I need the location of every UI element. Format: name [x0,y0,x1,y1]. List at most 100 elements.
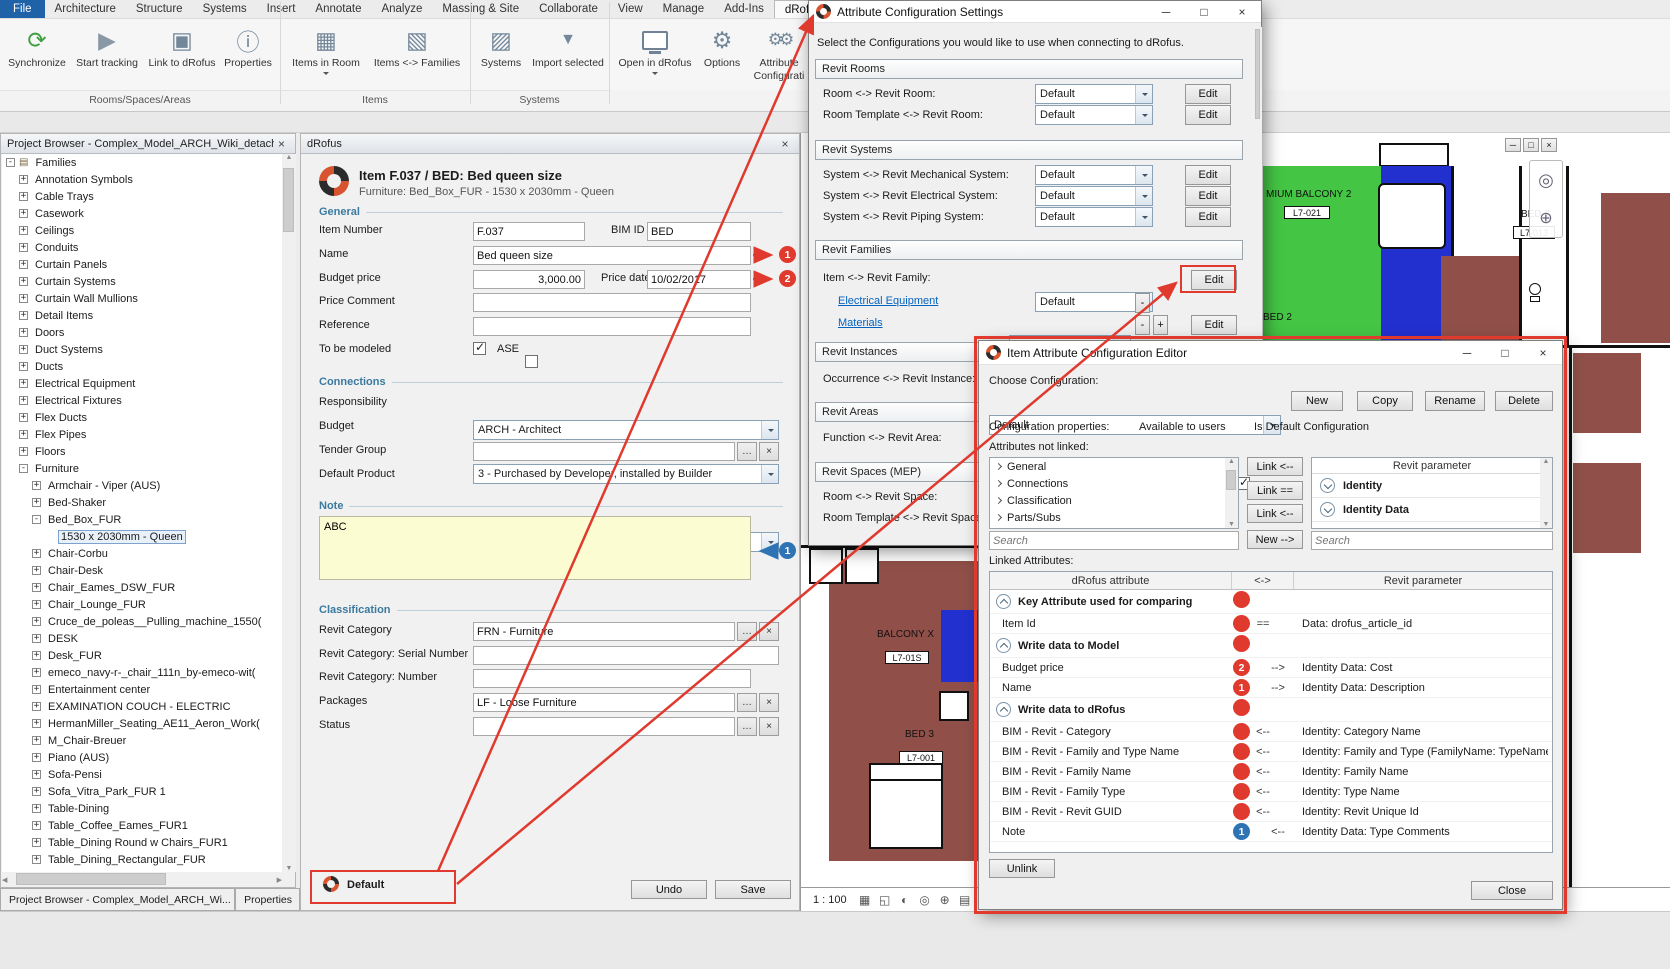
tree-expander-icon[interactable]: + [32,617,41,626]
tree-expander-icon[interactable]: + [32,838,41,847]
linked-attribute-row[interactable]: BIM - Revit - Family Type <-- Identity: … [990,782,1552,802]
close-button[interactable]: Close [1471,881,1553,900]
browse-icon[interactable]: … [737,693,757,712]
clear-icon[interactable]: × [759,442,779,461]
tree-horizontal-scrollbar[interactable]: ◀ ▶ [2,872,282,887]
linked-attribute-row[interactable]: BIM - Revit - Category <-- Identity: Cat… [990,722,1552,742]
tree-expander-icon[interactable]: + [19,209,28,218]
maximize-icon[interactable]: □ [1185,1,1223,22]
tree-expander-icon[interactable]: + [32,804,41,813]
linked-attribute-row[interactable]: Write data to Model [990,634,1552,658]
tree-expander-icon[interactable]: + [19,430,28,439]
responsibility-select[interactable]: ARCH - Architect [473,420,779,440]
tree-item[interactable]: + ▤ Chair_Eames_DSW_FUR [2,579,282,596]
add-button[interactable]: + [1153,315,1168,335]
tree-item[interactable]: + ▤ Floors [2,443,282,460]
remove-button[interactable]: - [1135,293,1150,313]
tree-expander-icon[interactable]: + [19,277,28,286]
tree-expander-icon[interactable]: + [19,294,28,303]
ribbon-tab[interactable]: Analyze [371,0,432,18]
synchronize-button[interactable]: Synchronize [6,21,68,87]
tree-item[interactable]: + ▤ M_Chair-Breuer [2,732,282,749]
tree-item[interactable]: + ▤ Annotation Symbols [2,171,282,188]
view-close-icon[interactable]: × [1541,138,1557,152]
close-icon[interactable]: × [777,137,793,151]
tree-item[interactable]: - ▤ Bed_Box_FUR [2,511,282,528]
clear-icon[interactable]: × [759,693,779,712]
materials-link[interactable]: Materials [838,317,883,329]
edit-button[interactable]: Edit [1185,207,1231,227]
tree-item[interactable]: + ▤ Table-Dining [2,800,282,817]
linked-attribute-row[interactable]: Name 1 --> Identity Data: Description [990,678,1552,698]
tree-expander-icon[interactable]: + [19,447,28,456]
tree-expander-icon[interactable]: - [19,464,28,473]
tree-item[interactable]: + ▤ Conduits [2,239,282,256]
revit-category-serial-field[interactable] [473,646,779,665]
tree-item[interactable]: + ▤ Table_Dining_Rectangular_FUR [2,851,282,868]
tree-item[interactable]: + ▤ Doors [2,324,282,341]
tree-expander-icon[interactable]: + [32,549,41,558]
packages-field[interactable] [473,693,735,712]
ase-checkbox[interactable] [525,355,538,368]
tree-expander-icon[interactable]: + [32,566,41,575]
link-equal-button[interactable]: Link == [1247,481,1303,500]
revit-parameter-group[interactable]: Identity Data [1312,498,1552,522]
tree-expander-icon[interactable]: + [19,226,28,235]
scroll-up-icon[interactable]: ▲ [286,154,293,161]
view-restore-icon[interactable]: □ [1523,138,1539,152]
linked-attribute-row[interactable]: BIM - Revit - Family and Type Name <-- I… [990,742,1552,762]
tree-item[interactable]: + ▤ Piano (AUS) [2,749,282,766]
tree-item[interactable]: + ▤ Desk_FUR [2,647,282,664]
tree-item[interactable]: + ▤ EXAMINATION COUCH - ELECTRIC [2,698,282,715]
ribbon-tab[interactable]: Insert [257,0,306,18]
tree-item[interactable]: + ▤ Table_Coffee_Eames_FUR1 [2,817,282,834]
edit-button[interactable]: Edit [1185,186,1231,206]
tree-item[interactable]: + ▤ Armchair - Viper (AUS) [2,477,282,494]
tree-expander-icon[interactable]: + [32,753,41,762]
tree-expander-icon[interactable]: + [19,311,28,320]
ribbon-tab[interactable]: Architecture [45,0,126,18]
revit-category-number-field[interactable] [473,669,751,688]
ribbon-tab[interactable]: View [608,0,653,18]
scroll-down-icon[interactable]: ▼ [1543,521,1550,528]
linked-attribute-row[interactable]: Item Id == Data: drofus_article_id [990,614,1552,634]
items-in-room-button[interactable]: Items in Room [288,21,364,87]
browse-icon[interactable]: … [737,442,757,461]
remove-button[interactable]: - [1135,315,1150,335]
tree-item[interactable]: + ▤ Ceilings [2,222,282,239]
tree-item[interactable]: + ▤ Flex Pipes [2,426,282,443]
options-button[interactable]: Options [698,21,746,87]
col-drofus-attribute[interactable]: dRofus attribute [990,572,1232,589]
price-comment-field[interactable] [473,293,751,312]
ribbon-tab[interactable]: Massing & Site [432,0,529,18]
to-be-modeled-checkbox[interactable] [473,342,486,355]
tree-expander-icon[interactable]: + [32,736,41,745]
dialog-title-bar[interactable]: Attribute Configuration Settings ─ □ × [809,1,1261,23]
start-tracking-button[interactable]: Start tracking [72,21,142,87]
tree-expander-icon[interactable]: + [19,192,28,201]
panel-tab[interactable]: Properties [235,888,300,911]
tree-expander-icon[interactable]: + [32,634,41,643]
room-tag-l7-01s[interactable]: L7-01S [885,651,929,664]
tree-expander-icon[interactable]: + [32,719,41,728]
linked-attribute-row[interactable]: Note 1 <-- Identity Data: Type Comments [990,822,1552,842]
revit-category-field[interactable] [473,622,735,641]
revit-parameter-group[interactable]: Identity [1312,474,1552,498]
tree-expander-icon[interactable]: + [32,702,41,711]
scroll-up-icon[interactable]: ▲ [1228,458,1235,465]
tree-item[interactable]: + ▤ Electrical Fixtures [2,392,282,409]
configuration-select[interactable]: Default [1035,186,1153,206]
delete-button[interactable]: Delete [1495,391,1553,411]
tree-expander-icon[interactable]: + [19,175,28,184]
items-families-button[interactable]: Items <-> Families [368,21,466,87]
edit-button[interactable]: Edit [1191,315,1237,335]
tree-expander-icon[interactable]: + [19,379,28,388]
systems-button[interactable]: Systems [476,21,526,87]
tree-item[interactable]: + ▤ Chair-Corbu [2,545,282,562]
not-linked-tree-item[interactable]: Classification [990,492,1238,509]
tree-item[interactable]: + ▤ HermanMiller_Seating_AE11_Aeron_Work… [2,715,282,732]
status-field[interactable] [473,717,735,736]
view-scale[interactable]: 1 : 100 [813,894,847,906]
tree-item[interactable]: + ▤ Entertainment center [2,681,282,698]
detail-level-icon[interactable]: ▦ [857,893,873,907]
